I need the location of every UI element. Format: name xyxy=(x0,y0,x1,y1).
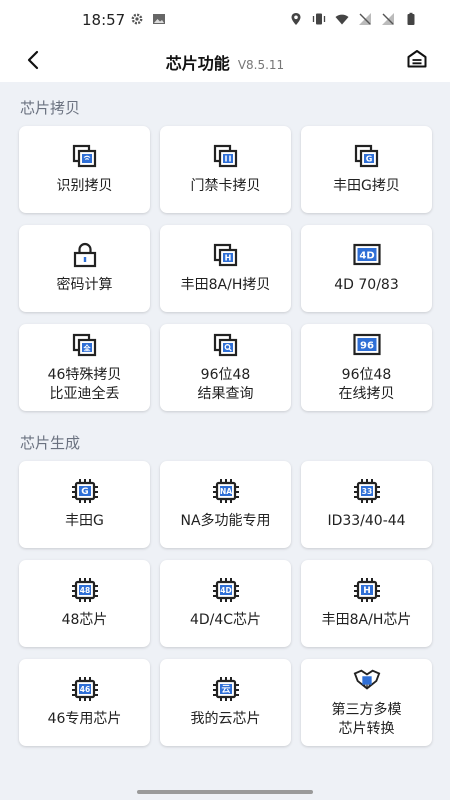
settings-icon xyxy=(131,13,143,25)
svg-text:4D: 4D xyxy=(220,586,231,595)
chip-cloud-icon: 云 xyxy=(212,676,240,702)
copy-card-icon xyxy=(212,143,240,169)
function-card[interactable]: 全 46特殊拷贝 比亚迪全丢 xyxy=(19,324,150,411)
section-chip-copy: 芯片拷贝 识别拷贝 门禁卡拷贝 G 丰田G拷贝密码计算 H 丰田8A/H拷贝 4D 4D 70… xyxy=(0,82,450,411)
home-indicator[interactable] xyxy=(137,790,313,794)
svg-text:48: 48 xyxy=(79,586,89,595)
function-card-label: 46专用芯片 xyxy=(47,711,122,727)
svg-text:4D: 4D xyxy=(359,251,374,262)
function-card-label: 48芯片 xyxy=(61,612,108,628)
function-card-label: 4D/4C芯片 xyxy=(189,612,262,628)
function-card-label: 96位48 在线拷贝 xyxy=(338,366,395,402)
function-card[interactable]: 4D 4D 70/83 xyxy=(301,225,432,312)
function-card[interactable]: G 丰田G拷贝 xyxy=(301,126,432,213)
no-signal-icon-2 xyxy=(382,13,394,25)
section-chip-generate: 芯片生成 G 丰田G NA NA多功能专用 33 ID33/40-44 48 48芯片 4D 4D… xyxy=(0,417,450,746)
content: 芯片拷贝 识别拷贝 门禁卡拷贝 G 丰田G拷贝密码计算 H 丰田8A/H拷贝 4D 4D 70… xyxy=(0,82,450,746)
app-bar: 芯片功能 V8.5.11 xyxy=(0,40,450,82)
chip-4d-icon: 4D xyxy=(212,577,240,603)
chip-copy-grid: 识别拷贝 门禁卡拷贝 G 丰田G拷贝密码计算 H 丰田8A/H拷贝 4D 4D 70/83 全 4… xyxy=(0,126,450,411)
function-card-label: 识别拷贝 xyxy=(56,178,113,194)
function-card-label: 我的云芯片 xyxy=(190,711,261,727)
function-card[interactable]: H 丰田8A/H芯片 xyxy=(301,560,432,647)
copy-search-icon xyxy=(212,332,240,358)
chip-na-icon: NA xyxy=(212,478,240,504)
vibrate-icon xyxy=(312,13,326,25)
lock-icon xyxy=(71,242,99,268)
function-card-label: 丰田8A/H芯片 xyxy=(321,612,412,628)
svg-text:云: 云 xyxy=(221,684,230,695)
96-badge-icon: 96 xyxy=(352,332,381,358)
function-card-label: 96位48 结果查询 xyxy=(197,366,254,402)
function-card[interactable]: G 丰田G xyxy=(19,461,150,548)
section-title: 芯片拷贝 xyxy=(20,99,81,117)
chip-g-icon: G xyxy=(71,478,99,504)
chip-generate-grid: G 丰田G NA NA多功能专用 33 ID33/40-44 48 48芯片 4D 4D/4C芯片… xyxy=(0,461,450,746)
function-card[interactable]: 云我的云芯片 xyxy=(160,659,291,746)
function-card-label: 丰田G拷贝 xyxy=(333,178,400,194)
function-card-label: 4D 70/83 xyxy=(334,277,399,293)
function-card-label: 丰田G xyxy=(65,513,104,529)
function-card[interactable]: 96 96位48 在线拷贝 xyxy=(301,324,432,411)
svg-text:H: H xyxy=(363,586,371,596)
function-card[interactable]: 密码计算 xyxy=(19,225,150,312)
location-icon xyxy=(291,13,301,25)
function-card-label: NA多功能专用 xyxy=(180,513,271,529)
4d-badge-icon: 4D xyxy=(352,242,381,268)
function-card[interactable]: 96位48 结果查询 xyxy=(160,324,291,411)
svg-text:NA: NA xyxy=(219,487,231,496)
svg-text:全: 全 xyxy=(82,343,91,352)
chip-46-icon: 46 xyxy=(71,676,99,702)
no-signal-icon xyxy=(359,13,371,25)
multi-chip-icon xyxy=(353,667,381,693)
svg-text:46: 46 xyxy=(79,685,89,694)
copy-quan-icon: 全 xyxy=(71,332,99,358)
svg-text:33: 33 xyxy=(361,487,371,496)
function-card[interactable]: H 丰田8A/H拷贝 xyxy=(160,225,291,312)
battery-icon xyxy=(407,12,415,25)
function-card[interactable]: 门禁卡拷贝 xyxy=(160,126,291,213)
copy-wifi-icon xyxy=(71,143,99,169)
status-bar: 18:57 xyxy=(0,0,450,40)
function-card-label: 密码计算 xyxy=(56,277,113,293)
function-card-label: 46特殊拷贝 比亚迪全丢 xyxy=(47,366,122,402)
function-card[interactable]: 识别拷贝 xyxy=(19,126,150,213)
function-card-label: 门禁卡拷贝 xyxy=(190,178,261,194)
copy-g-icon: G xyxy=(353,143,381,169)
function-card[interactable]: 46 46专用芯片 xyxy=(19,659,150,746)
home-icon[interactable] xyxy=(406,48,428,70)
svg-text:G: G xyxy=(365,155,372,164)
version-label: V8.5.11 xyxy=(237,58,285,72)
svg-text:G: G xyxy=(81,487,88,497)
function-card-label: 第三方多模 芯片转换 xyxy=(331,701,402,737)
svg-text:H: H xyxy=(224,254,231,263)
function-card[interactable]: 第三方多模 芯片转换 xyxy=(301,659,432,746)
wifi-icon xyxy=(335,14,349,25)
copy-h-icon: H xyxy=(212,242,240,268)
svg-text:96: 96 xyxy=(360,340,374,351)
section-title: 芯片生成 xyxy=(20,434,81,452)
chip-48-icon: 48 xyxy=(71,577,99,603)
function-card[interactable]: 33 ID33/40-44 xyxy=(301,461,432,548)
chip-h-icon: H xyxy=(353,577,381,603)
function-card[interactable]: 4D 4D/4C芯片 xyxy=(160,560,291,647)
function-card[interactable]: 48 48芯片 xyxy=(19,560,150,647)
function-card-label: ID33/40-44 xyxy=(327,513,406,529)
chip-33-icon: 33 xyxy=(353,478,381,504)
image-icon xyxy=(153,14,165,24)
function-card-label: 丰田8A/H拷贝 xyxy=(180,277,271,293)
status-time: 18:57 xyxy=(82,11,126,29)
function-card[interactable]: NA NA多功能专用 xyxy=(160,461,291,548)
page-title: 芯片功能 xyxy=(165,54,230,73)
